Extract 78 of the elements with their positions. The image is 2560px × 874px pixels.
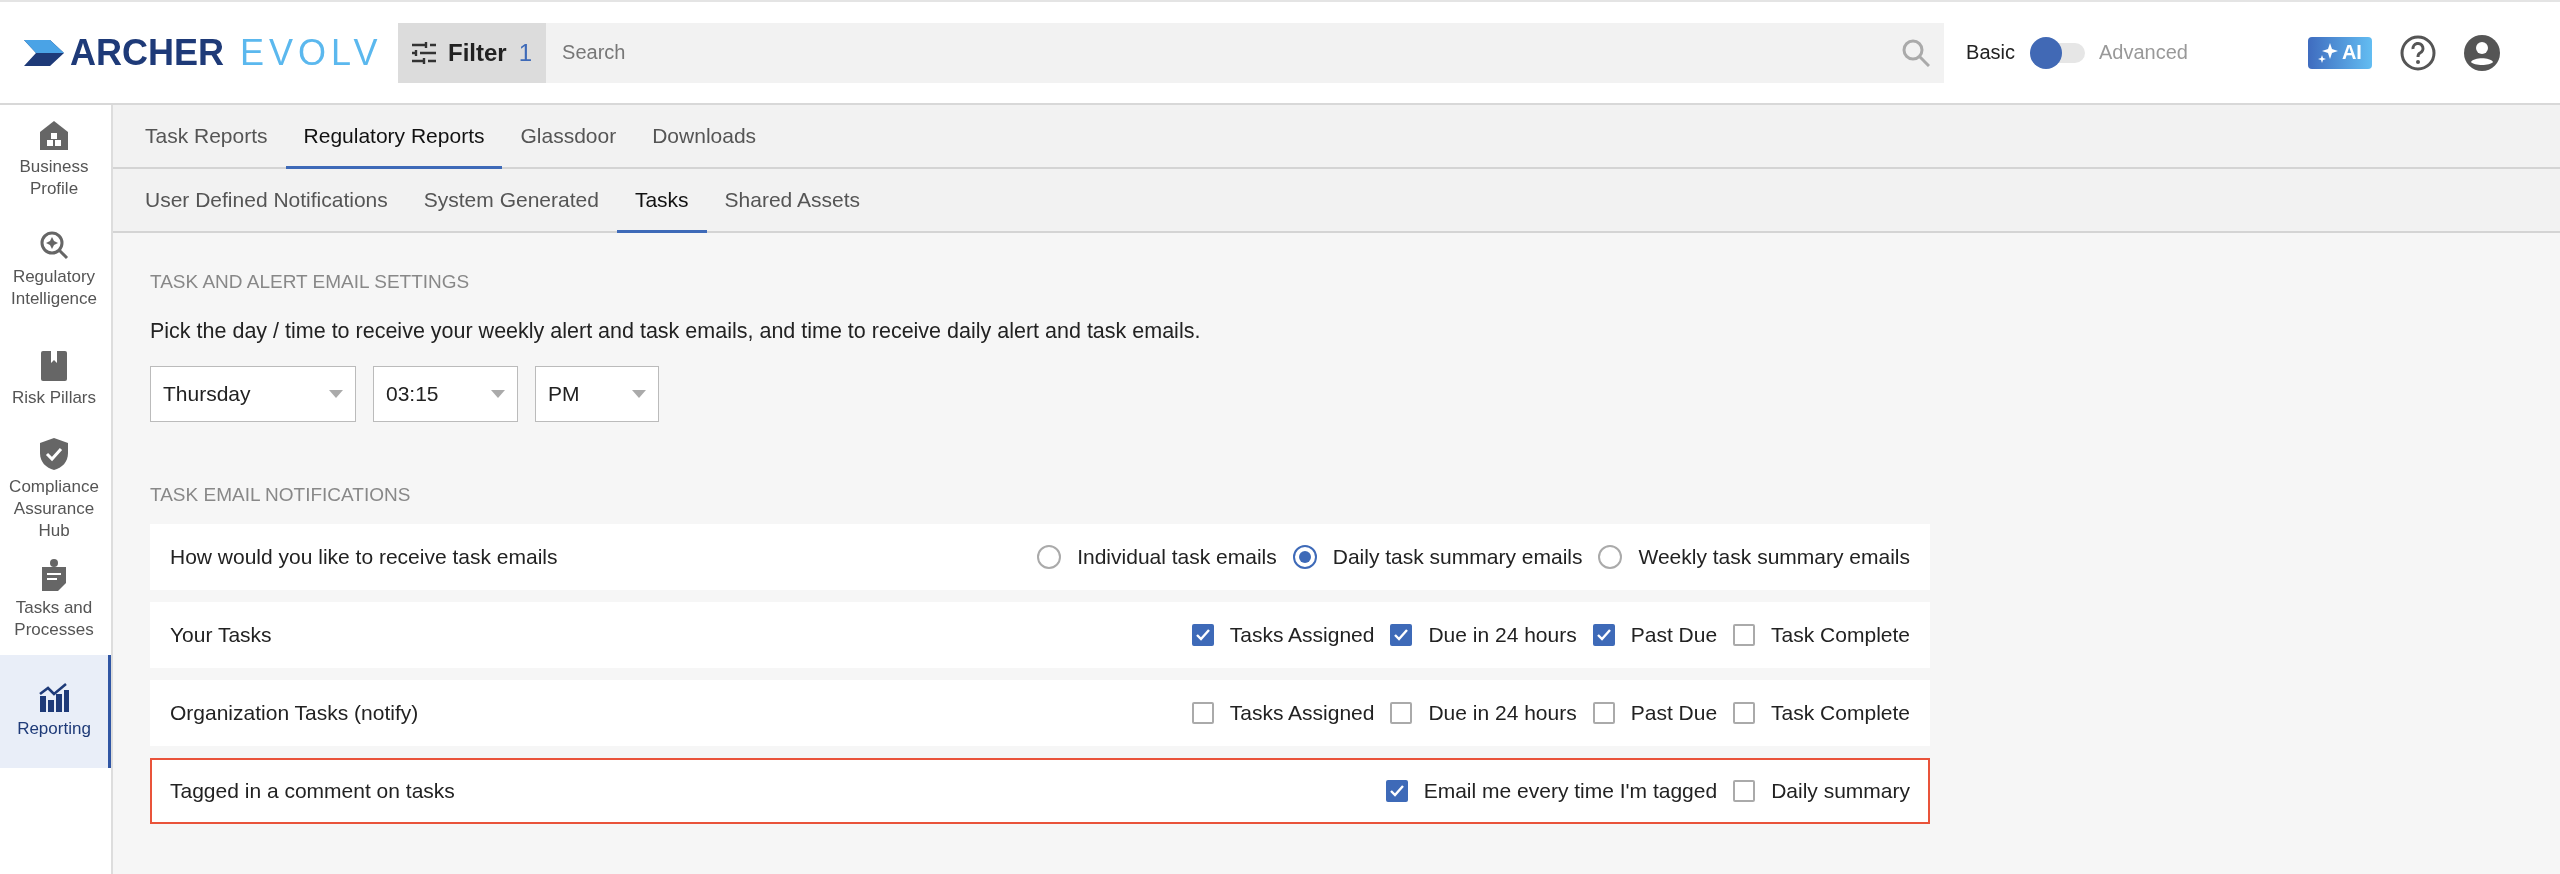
option-label: Due in 24 hours (1428, 701, 1577, 725)
brand-name: ARCHER (70, 31, 224, 74)
checkbox[interactable] (1592, 624, 1615, 646)
option-label: Daily task summary emails (1332, 545, 1583, 569)
checkmark-icon (1389, 785, 1404, 797)
advanced-label: Advanced (2098, 41, 2188, 64)
clipboard-icon (40, 558, 68, 591)
radio-button[interactable] (1292, 545, 1317, 569)
subtab[interactable]: Tasks (616, 169, 707, 233)
option-label: Individual task emails (1077, 545, 1277, 569)
caret-icon (491, 390, 505, 398)
checkbox[interactable] (1733, 780, 1756, 802)
section-title: TASK AND ALERT EMAIL SETTINGS (150, 271, 471, 293)
checkmark-icon (1596, 629, 1611, 641)
option-label: Daily summary (1771, 779, 1910, 803)
tab[interactable]: Downloads (634, 105, 775, 169)
row-label: How would you like to receive task emails (170, 545, 559, 569)
help-icon (2399, 34, 2436, 71)
house-icon (38, 119, 70, 150)
search-input[interactable]: Search (560, 40, 1903, 65)
checkbox[interactable] (1191, 702, 1214, 724)
radio-button[interactable] (1598, 545, 1623, 569)
caret-icon (632, 390, 646, 398)
subtab[interactable]: System Generated (405, 169, 617, 233)
user-avatar-icon (2463, 34, 2500, 71)
caret-icon (329, 390, 343, 398)
search-icon (1902, 38, 1931, 67)
row-label: Your Tasks (170, 623, 273, 647)
option-label: Past Due (1630, 623, 1718, 647)
section-title: TASK EMAIL NOTIFICATIONS (150, 484, 412, 506)
checkmark-icon (1195, 629, 1210, 641)
dropdown[interactable]: 03:15 (373, 366, 518, 422)
sparkle-icon (2317, 42, 2338, 63)
mode-switch[interactable] (2028, 35, 2085, 70)
row-label: Tagged in a comment on tasks (170, 779, 456, 803)
checkbox[interactable] (1385, 780, 1408, 802)
subtab[interactable]: User Defined Notifications (127, 169, 406, 233)
row-label: Organization Tasks (notify) (170, 701, 420, 725)
option-label: Tasks Assigned (1229, 701, 1375, 725)
option-label: Due in 24 hours (1428, 623, 1577, 647)
subtab[interactable]: Shared Assets (706, 169, 878, 233)
sidebar-item[interactable]: Regulatory Intelligence (0, 215, 111, 325)
option-label: Task Complete (1771, 623, 1910, 647)
chevron-logo-icon (24, 39, 64, 66)
tab[interactable]: Glassdoor (502, 105, 635, 169)
dropdown[interactable]: PM (535, 366, 659, 422)
checkbox[interactable] (1390, 624, 1413, 646)
option-label: Tasks Assigned (1229, 623, 1375, 647)
shield-check-icon (40, 437, 68, 470)
checkbox[interactable] (1733, 702, 1756, 724)
magnifier-icon (39, 229, 69, 260)
checkbox[interactable] (1592, 702, 1615, 724)
help-button[interactable] (2399, 34, 2436, 71)
section-description: Pick the day / time to receive your weekly alert and task emails, and time to receive daily alert and task emails. (150, 319, 1202, 344)
option-label: Weekly task summary emails (1638, 545, 1910, 569)
sidebar-item[interactable]: Compliance Assurance Hub (0, 435, 111, 545)
option-label: Task Complete (1771, 701, 1910, 725)
tab[interactable]: Task Reports (127, 105, 286, 169)
search-field[interactable]: Search (546, 22, 1945, 83)
radio-button[interactable] (1037, 545, 1062, 569)
sidebar-item[interactable]: Risk Pillars (0, 325, 111, 435)
option-label: Past Due (1630, 701, 1718, 725)
filter-button[interactable]: Filter 1 (398, 22, 547, 83)
sliders-icon (412, 41, 436, 64)
sidebar-item[interactable]: Tasks and Processes (0, 545, 111, 655)
book-icon (41, 350, 67, 381)
basic-label: Basic (1966, 41, 2015, 64)
brand-suffix: EVOLV (240, 31, 383, 74)
bar-chart-icon (38, 682, 70, 713)
checkbox[interactable] (1733, 624, 1756, 646)
checkmark-icon (1394, 629, 1409, 641)
checkbox[interactable] (1191, 624, 1214, 646)
dropdown[interactable]: Thursday (150, 366, 356, 422)
option-label: Email me every time I'm tagged (1423, 779, 1718, 803)
sidebar-item[interactable]: Business Profile (0, 105, 111, 215)
account-button[interactable] (2463, 34, 2500, 71)
sidebar-item[interactable]: Reporting (0, 655, 111, 768)
checkbox[interactable] (1390, 702, 1413, 724)
